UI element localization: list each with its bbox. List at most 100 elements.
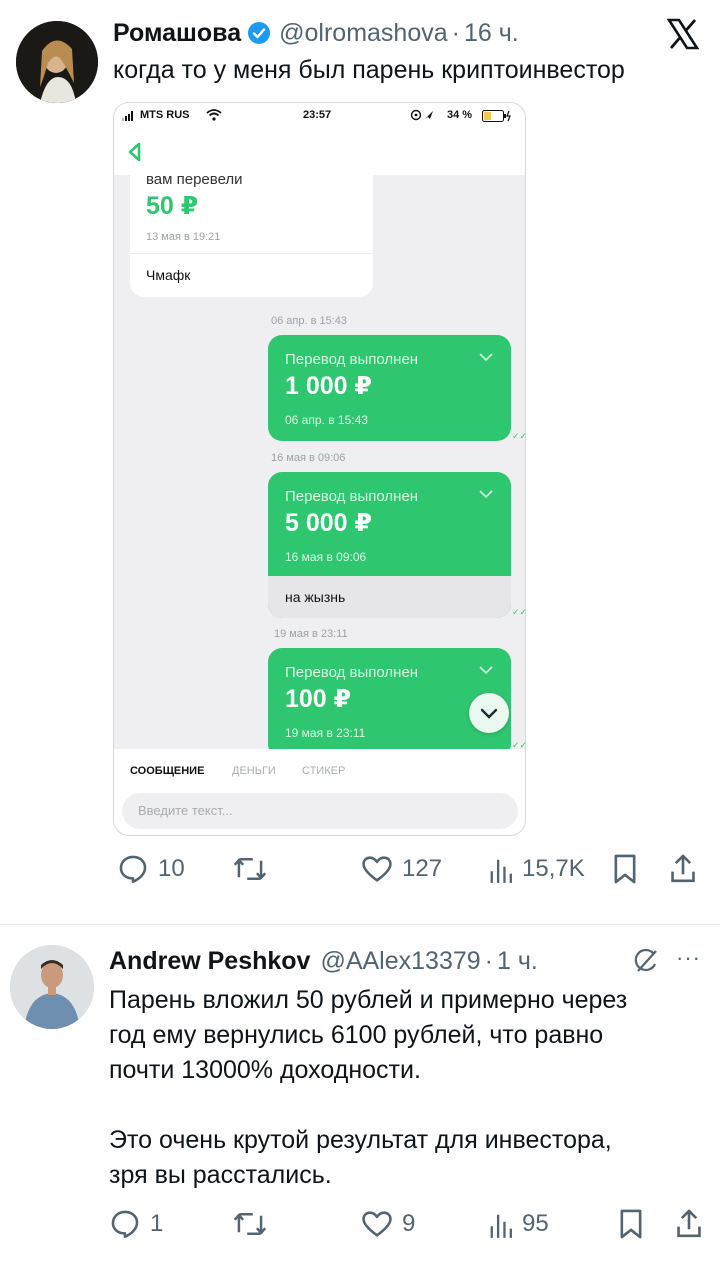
tweet-media-image[interactable]: MTS RUS 23:57 34 % вам перевели 50 ₽ 13 … (113, 102, 526, 836)
transfer-bubble[interactable]: Перевод выполнен 1 000 ₽ 06 апр. в 15:43 (268, 335, 511, 441)
read-check-icon: ✓✓ (512, 740, 525, 749)
transfer-time: 16 мая в 09:06 (285, 550, 367, 564)
tweet1-header: Ромашова @olromashova · 16 ч. (113, 16, 519, 50)
author-handle[interactable]: @olromashova (279, 19, 448, 48)
location-icon (410, 109, 436, 124)
tweet-time[interactable]: 1 ч. (497, 947, 538, 976)
bookmark-icon (620, 1209, 642, 1239)
views-count: 15,7K (522, 855, 585, 882)
bookmark-icon (614, 854, 636, 884)
retweet-button[interactable] (232, 1202, 268, 1246)
like-count: 127 (402, 855, 443, 882)
scroll-down-button[interactable] (469, 693, 509, 733)
tweet2-actions: 1 9 95 (108, 1202, 708, 1246)
wifi-icon (206, 109, 222, 124)
bookmark-button[interactable] (610, 847, 640, 891)
views-chart-icon (490, 859, 512, 883)
share-button[interactable] (674, 1202, 704, 1246)
tweet2-header: Andrew Peshkov @AAlex13379 · 1 ч. (109, 943, 538, 979)
retweet-button[interactable] (232, 847, 268, 891)
transfer-amount: 100 ₽ (285, 685, 352, 713)
tab-money[interactable]: ДЕНЬГИ (232, 765, 276, 777)
chevron-down-icon (479, 666, 493, 675)
transfer-status: Перевод выполнен (285, 351, 419, 368)
tab-message[interactable]: СООБЩЕНИЕ (130, 765, 204, 777)
heart-icon (362, 1211, 392, 1237)
incoming-time: 13 мая в 19:21 (146, 231, 221, 243)
read-check-icon: ✓✓ (512, 607, 525, 617)
tweet-text-line: зря вы расстались. (109, 1161, 332, 1189)
avatar-romashova[interactable] (16, 21, 98, 103)
transfer-amount: 5 000 ₽ (285, 509, 372, 537)
share-icon (677, 1209, 701, 1238)
reply-button[interactable]: 10 (116, 847, 185, 891)
message-composer: СООБЩЕНИЕ ДЕНЬГИ СТИКЕР Введите текст... (114, 749, 525, 835)
tweet-text: Парень вложил 50 рублей и примерно через… (109, 983, 627, 1193)
tweet-original: Ромашова @olromashova · 16 ч. когда то у… (0, 0, 720, 924)
tweet-time[interactable]: 16 ч. (464, 19, 519, 48)
tweet1-actions: 10 127 15,7K (108, 847, 708, 891)
like-button[interactable]: 127 (360, 847, 442, 891)
views-button[interactable]: 95 (488, 1202, 549, 1246)
verified-badge-icon (247, 21, 271, 45)
retweet-icon (233, 1213, 267, 1235)
battery-icon (482, 110, 512, 125)
transfer-bubble[interactable]: Перевод выполнен 5 000 ₽ 16 мая в 09:06 … (268, 472, 511, 618)
message-date: 19 мая в 23:11 (274, 628, 348, 640)
incoming-amount: 50 ₽ (146, 192, 199, 220)
grok-icon[interactable] (632, 947, 660, 975)
transfer-note: на жызнь (268, 576, 511, 618)
share-button[interactable] (668, 847, 698, 891)
signal-icon (122, 111, 136, 124)
carrier-label: MTS RUS (140, 109, 190, 121)
tweet-text-line: Парень вложил 50 рублей и примерно через (109, 986, 628, 1014)
views-count: 95 (522, 1210, 549, 1237)
tab-sticker[interactable]: СТИКЕР (302, 765, 345, 777)
separator-dot: · (484, 946, 493, 975)
phone-clock: 23:57 (303, 109, 332, 121)
transfer-status: Перевод выполнен (285, 664, 419, 681)
read-check-icon: ✓✓ (512, 431, 525, 441)
message-input[interactable]: Введите текст... (122, 793, 518, 829)
views-chart-icon (490, 1214, 512, 1238)
message-date: 16 мая в 09:06 (271, 452, 346, 464)
tweet-text: когда то у меня был парень криптоинвесто… (113, 56, 625, 84)
tweet-text-line: почти 13000% доходности. (109, 1056, 421, 1084)
heart-icon (362, 856, 392, 882)
back-arrow-icon[interactable] (126, 141, 142, 168)
author-name[interactable]: Andrew Peshkov (109, 947, 310, 976)
reply-button[interactable]: 1 (108, 1202, 163, 1246)
like-button[interactable]: 9 (360, 1202, 415, 1246)
separator-dot: · (451, 18, 460, 47)
chevron-down-icon (479, 490, 493, 499)
transfer-amount: 1 000 ₽ (285, 372, 372, 400)
bookmark-button[interactable] (616, 1202, 646, 1246)
incoming-sender: Чмафк (146, 267, 191, 283)
transfer-status: Перевод выполнен (285, 488, 419, 505)
author-name[interactable]: Ромашова (113, 19, 241, 48)
battery-percent: 34 % (447, 109, 473, 121)
tweet-text-line: год ему вернулись 6100 рублей, что равно (109, 1021, 604, 1049)
author-handle[interactable]: @AAlex13379 (320, 947, 480, 976)
incoming-transfer-bubble[interactable]: вам перевели 50 ₽ 13 мая в 19:21 Чмафк (130, 175, 373, 297)
chat-messages: вам перевели 50 ₽ 13 мая в 19:21 Чмафк 0… (114, 175, 525, 749)
more-options-icon[interactable]: ··· (676, 945, 701, 971)
chevron-down-icon (480, 708, 498, 719)
incoming-title: вам перевели (146, 175, 243, 188)
tweet-reply: Andrew Peshkov @AAlex13379 · 1 ч. ··· Па… (0, 925, 720, 1280)
retweet-icon (233, 858, 267, 880)
message-date: 06 апр. в 15:43 (271, 315, 348, 327)
tweet-text-line: Это очень крутой результат для инвестора… (109, 1126, 612, 1154)
phone-status-bar: MTS RUS 23:57 34 % (114, 103, 525, 129)
transfer-time: 06 апр. в 15:43 (285, 413, 368, 427)
reply-icon (119, 855, 147, 884)
bubble-divider (130, 253, 373, 254)
like-count: 9 (402, 1210, 416, 1237)
views-button[interactable]: 15,7K (488, 847, 585, 891)
share-icon (671, 854, 695, 883)
avatar-andrew-peshkov[interactable] (10, 945, 94, 1029)
transfer-time: 19 мая в 23:11 (285, 726, 366, 740)
reply-count: 1 (150, 1210, 164, 1237)
chevron-down-icon (479, 353, 493, 362)
x-logo-icon[interactable] (666, 18, 700, 50)
